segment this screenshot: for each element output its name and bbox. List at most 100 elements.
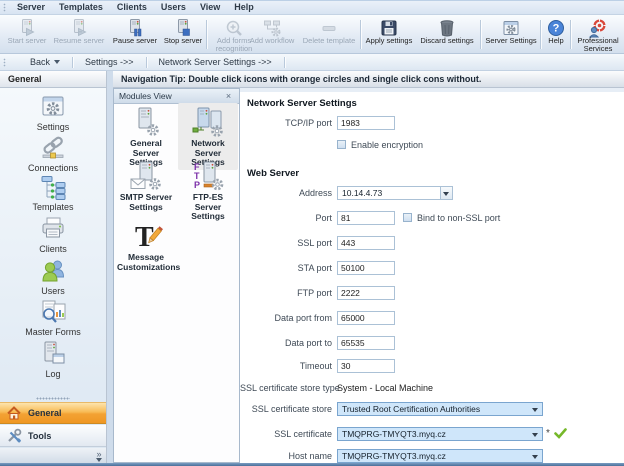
ssl-certificate-combobox[interactable]: TMQPRG-TMYQT3.myq.cz xyxy=(337,427,543,441)
network-server-settings-icon xyxy=(179,105,237,137)
address-combobox[interactable]: 10.14.4.73 xyxy=(337,186,453,200)
sidebar-overflow-button[interactable]: » xyxy=(96,450,102,462)
sta-port-input[interactable] xyxy=(337,261,395,275)
server-settings-button[interactable]: Server Settings xyxy=(484,16,538,52)
sidebar-splitter[interactable] xyxy=(0,396,106,401)
sidebar-templates-label: Templates xyxy=(0,202,106,212)
professional-services-icon xyxy=(588,18,608,37)
sidebar-master-forms-label: Master Forms xyxy=(0,327,106,337)
breadcrumb-network-server-settings[interactable]: Network Server Settings ->> xyxy=(147,57,284,67)
users-people-icon xyxy=(0,257,106,285)
cert-store-type-label: SSL certificate store type xyxy=(240,383,337,393)
log-server-icon xyxy=(0,340,106,368)
sta-port-label: STA port xyxy=(240,263,337,273)
modules-close-icon[interactable]: × xyxy=(223,91,234,102)
sidebar-clients-label: Clients xyxy=(0,244,106,254)
menu-users[interactable]: Users xyxy=(154,1,193,14)
sidebar-item-log[interactable]: Log xyxy=(0,340,106,379)
ftp-port-input[interactable] xyxy=(337,286,395,300)
sidebar-item-templates[interactable]: Templates xyxy=(0,173,106,212)
sidebar-item-clients[interactable]: Clients xyxy=(0,215,106,254)
bind-non-ssl-label: Bind to non-SSL port xyxy=(417,213,500,223)
connections-chain-icon xyxy=(0,134,106,162)
sidebar-log-label: Log xyxy=(0,369,106,379)
pause-server-icon xyxy=(125,18,145,37)
module-ftp-es-server-settings[interactable]: F T P FTP-ES Server Settings xyxy=(178,157,238,224)
sidebar-footer: » xyxy=(0,448,106,463)
back-caret-icon xyxy=(54,60,60,64)
enable-encryption-checkbox[interactable] xyxy=(337,140,346,149)
module-smtp-server-settings[interactable]: SMTP Server Settings xyxy=(116,157,176,214)
help-label: Help xyxy=(548,37,563,45)
resume-server-icon xyxy=(69,18,89,37)
panel-top-strip xyxy=(240,88,624,92)
resume-server-label: Resume server xyxy=(54,37,105,45)
menu-clients[interactable]: Clients xyxy=(110,1,154,14)
host-name-dropdown-arrow-icon xyxy=(532,455,538,459)
delete-template-button[interactable]: Delete template xyxy=(300,16,358,52)
settings-form-panel: Network Server Settings TCP/IP port Enab… xyxy=(240,88,624,463)
help-button[interactable]: ? Help xyxy=(544,16,568,52)
data-port-to-input[interactable] xyxy=(337,336,395,350)
sidebar-group-tools[interactable]: Tools xyxy=(0,425,106,447)
network-server-settings-heading: Network Server Settings xyxy=(247,98,357,109)
pause-server-button[interactable]: Pause server xyxy=(110,16,160,52)
modules-view-header: Modules View × xyxy=(114,89,239,104)
menu-help[interactable]: Help xyxy=(227,1,261,14)
sidebar-group-general[interactable]: General xyxy=(0,402,106,424)
toolbar-separator xyxy=(360,20,361,49)
module-message-customizations[interactable]: T Message Customizations xyxy=(116,217,176,274)
main-toolbar: Start server Resume server xyxy=(0,15,624,54)
breadcrumb-network-label: Network Server Settings ->> xyxy=(159,57,272,67)
menu-server[interactable]: Server xyxy=(10,1,52,14)
breadcrumb: Back Settings ->> Network Server Setting… xyxy=(0,54,624,71)
add-workflow-button[interactable]: Add workflow xyxy=(246,16,298,52)
host-name-label: Host name xyxy=(240,451,337,461)
data-port-from-row: Data port from xyxy=(240,310,395,325)
toolbar-separator xyxy=(480,20,481,49)
timeout-input[interactable] xyxy=(337,359,395,373)
cert-store-type-value: System - Local Machine xyxy=(337,383,433,393)
port-input[interactable] xyxy=(337,211,395,225)
back-button[interactable]: Back xyxy=(18,57,72,67)
stop-server-icon xyxy=(173,18,193,37)
sta-port-row: STA port xyxy=(240,260,395,275)
address-row: Address 10.14.4.73 xyxy=(240,185,453,200)
toolbar-grip[interactable] xyxy=(3,3,6,12)
discard-settings-label: Discard settings xyxy=(420,37,473,45)
ssl-port-input[interactable] xyxy=(337,236,395,250)
sidebar-settings-label: Settings xyxy=(0,122,106,132)
stop-server-button[interactable]: Stop server xyxy=(162,16,204,52)
professional-services-button[interactable]: Professional Services xyxy=(574,16,622,52)
ssl-certificate-dropdown-arrow-icon xyxy=(532,433,538,437)
tcp-port-input[interactable] xyxy=(337,116,395,130)
breadcrumb-settings[interactable]: Settings ->> xyxy=(73,57,146,67)
start-server-button[interactable]: Start server xyxy=(4,16,50,52)
discard-settings-button[interactable]: Discard settings xyxy=(418,16,476,52)
host-name-combobox[interactable]: TMQPRG-TMYQT3.myq.cz xyxy=(337,449,543,463)
cert-store-combobox[interactable]: Trusted Root Certification Authorities xyxy=(337,402,543,416)
timeout-label: Timeout xyxy=(240,361,337,371)
sidebar-item-settings[interactable]: Settings xyxy=(0,93,106,132)
breadcrumb-grip[interactable] xyxy=(3,58,6,67)
tools-icon xyxy=(6,428,22,444)
resume-server-button[interactable]: Resume server xyxy=(52,16,106,52)
cert-store-row: SSL certificate store Trusted Root Certi… xyxy=(240,401,543,416)
sidebar-item-connections[interactable]: Connections xyxy=(0,134,106,173)
address-label: Address xyxy=(240,188,337,198)
sidebar-item-master-forms[interactable]: Master Forms xyxy=(0,298,106,337)
menu-view[interactable]: View xyxy=(193,1,227,14)
bind-non-ssl-checkbox[interactable] xyxy=(403,213,412,222)
menu-templates[interactable]: Templates xyxy=(52,1,110,14)
apply-settings-button[interactable]: Apply settings xyxy=(364,16,414,52)
ssl-certificate-row: SSL certificate TMQPRG-TMYQT3.myq.cz * xyxy=(240,426,567,441)
sidebar-item-users[interactable]: Users xyxy=(0,257,106,296)
master-forms-documents-icon xyxy=(0,298,106,326)
ftp-es-server-settings-icon: F T P xyxy=(179,159,237,191)
data-port-from-input[interactable] xyxy=(337,311,395,325)
tcp-port-label: TCP/IP port xyxy=(240,118,337,128)
sidebar-connections-label: Connections xyxy=(0,163,106,173)
sidebar: Settings Connections xyxy=(0,88,107,463)
general-server-settings-icon xyxy=(117,105,175,137)
menu-bar: Server Templates Clients Users View Help xyxy=(0,0,624,15)
